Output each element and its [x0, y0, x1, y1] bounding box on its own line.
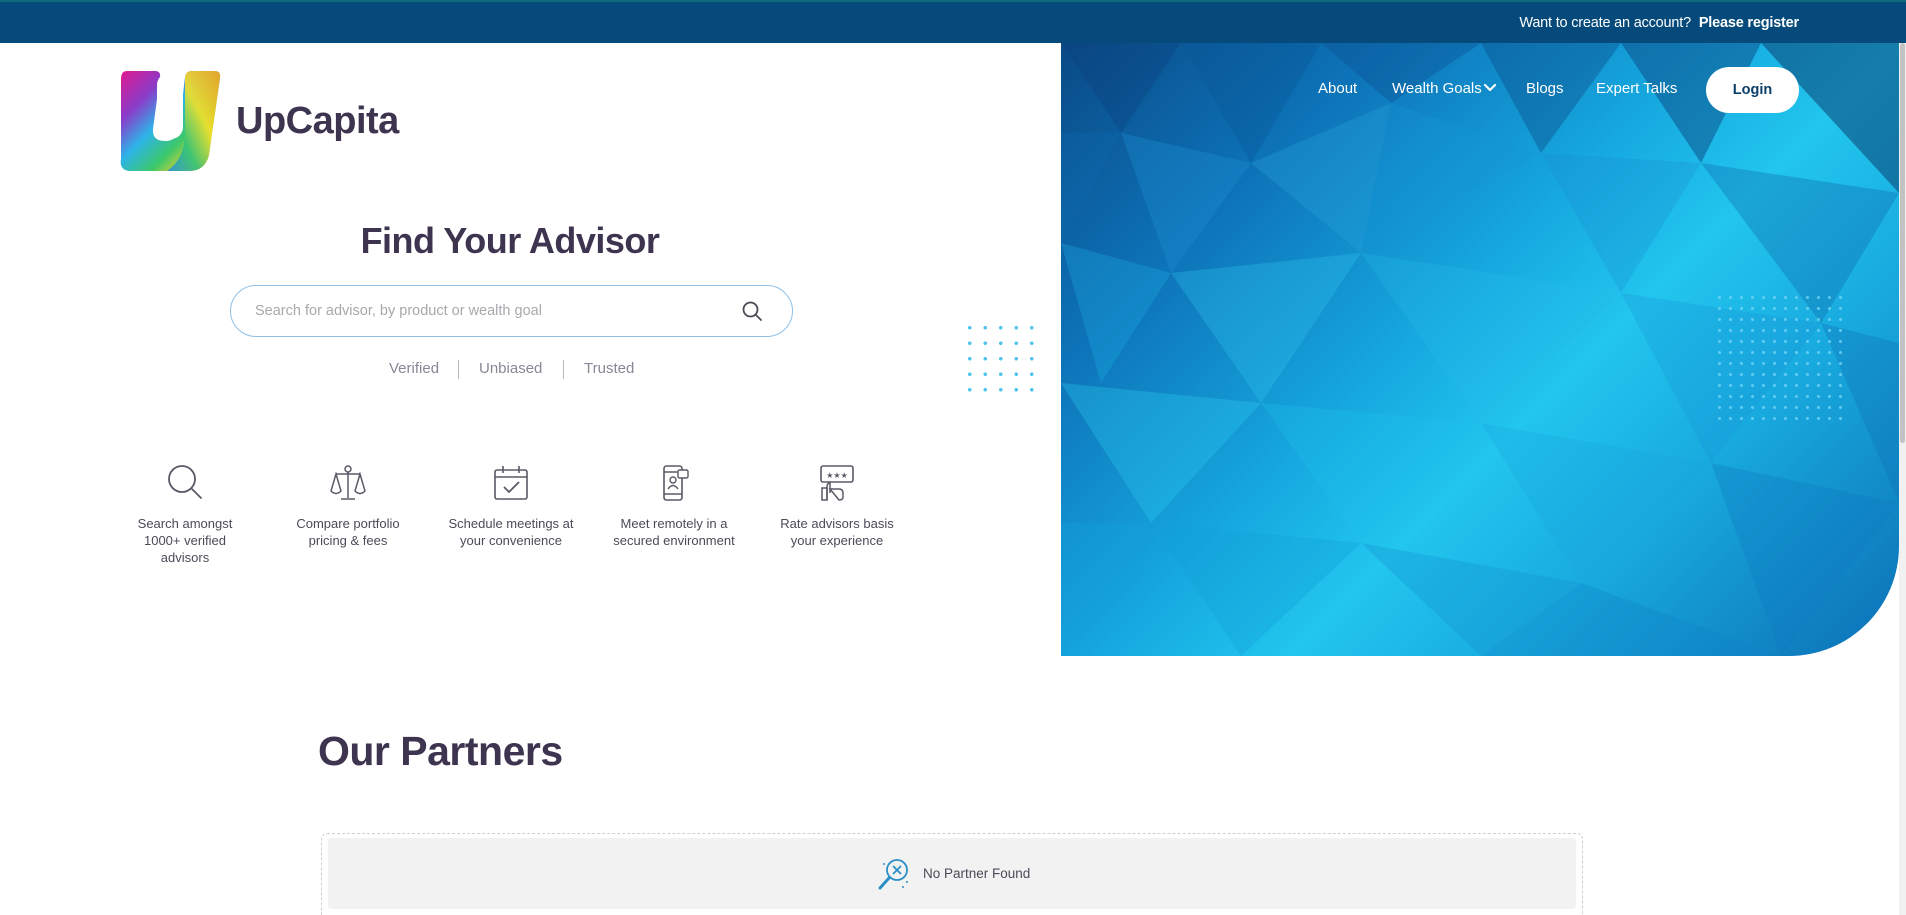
upcapita-logo-icon[interactable]	[117, 67, 225, 175]
register-link[interactable]: Please register	[1699, 15, 1799, 31]
feature-text: Rate advisors basis your experience	[780, 516, 894, 548]
tag-trusted: Trusted	[584, 360, 635, 377]
svg-text:★★★: ★★★	[826, 471, 848, 480]
tag-divider	[458, 360, 459, 379]
nav-wealth-goals[interactable]: Wealth Goals	[1392, 80, 1482, 97]
page-scrollbar[interactable]	[1899, 43, 1906, 915]
feature-search: Search amongst 1000+ verified advisors	[120, 463, 250, 566]
scale-icon	[330, 465, 366, 500]
nav-about[interactable]: About	[1318, 80, 1357, 97]
feature-text: Meet remotely in a secured environment	[613, 516, 735, 548]
dot-pattern-decoration	[1714, 292, 1846, 424]
feature-text: Search amongst 1000+ verified advisors	[137, 516, 233, 565]
search-icon	[168, 465, 202, 499]
register-prompt: Want to create an account? Please regist…	[1519, 15, 1799, 31]
login-button[interactable]: Login	[1706, 67, 1799, 113]
scrollbar-thumb[interactable]	[1900, 43, 1905, 443]
calendar-check-icon	[494, 466, 528, 500]
chevron-down-icon[interactable]	[1483, 83, 1497, 93]
page-title: Find Your Advisor	[360, 220, 660, 261]
feature-compare: Compare portfolio pricing & fees	[283, 463, 413, 549]
feature-schedule: Schedule meetings at your convenience	[446, 463, 576, 549]
feature-meet-remotely: Meet remotely in a secured environment	[609, 463, 739, 549]
top-bar: Want to create an account? Please regist…	[0, 0, 1906, 43]
nav-expert-talks[interactable]: Expert Talks	[1596, 80, 1677, 97]
nav-blogs[interactable]: Blogs	[1526, 80, 1564, 97]
feature-rate: ★★★ Rate advisors basis your experience	[772, 463, 902, 549]
mobile-user-icon	[663, 465, 689, 501]
partners-title: Our Partners	[318, 728, 563, 774]
dot-pattern-decoration	[962, 320, 1042, 398]
register-prompt-text: Want to create an account?	[1519, 15, 1691, 31]
search-icon[interactable]	[741, 300, 763, 322]
search-box[interactable]	[230, 285, 793, 337]
no-partner-message: No Partner Found	[923, 866, 1031, 881]
feature-text: Compare portfolio pricing & fees	[296, 516, 400, 548]
tag-unbiased: Unbiased	[479, 360, 543, 377]
tag-divider	[563, 360, 564, 379]
tag-verified: Verified	[389, 360, 440, 377]
no-results-search-icon	[878, 859, 908, 890]
search-input[interactable]	[255, 300, 715, 322]
rating-hand-icon: ★★★	[820, 465, 854, 501]
brand-name: UpCapita	[236, 100, 399, 142]
feature-text: Schedule meetings at your convenience	[448, 516, 574, 548]
